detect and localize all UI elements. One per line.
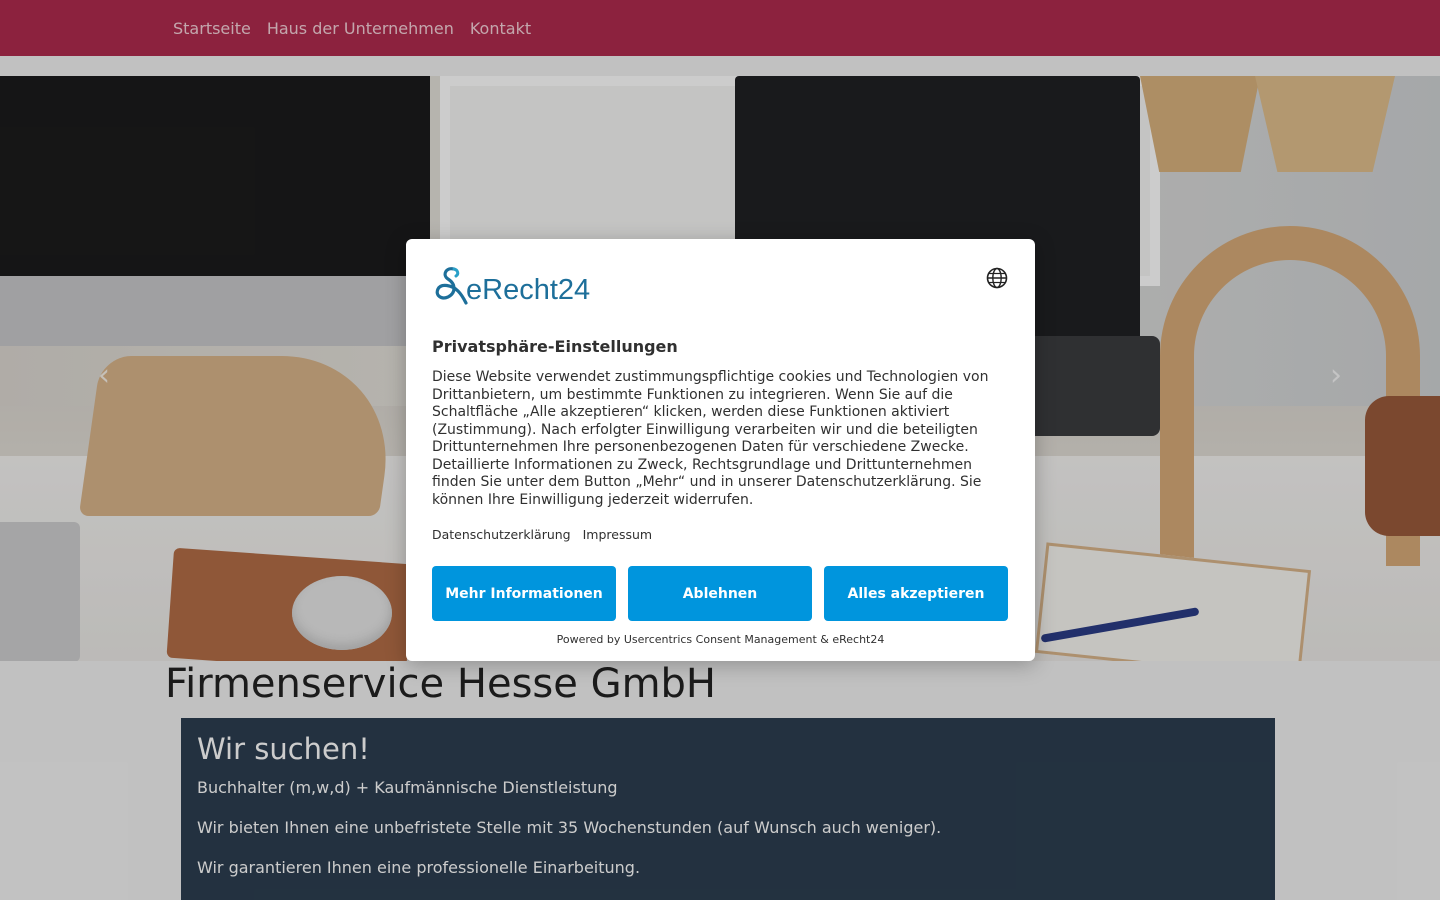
accept-all-button[interactable]: Alles akzeptieren: [824, 566, 1008, 621]
more-information-button[interactable]: Mehr Informationen: [432, 566, 616, 621]
privacy-policy-link[interactable]: Datenschutzerklärung: [432, 527, 571, 542]
erecht24-logo: eRecht24: [432, 265, 590, 305]
accept-all-label: Alles akzeptieren: [847, 585, 985, 602]
decline-label: Ablehnen: [682, 585, 758, 602]
erecht24-logo-mark: [435, 267, 468, 305]
powered-by-text: Powered by Usercentrics Consent Manageme…: [556, 633, 885, 646]
consent-body: Diese Website verwendet zustimmungspflic…: [432, 369, 989, 508]
consent-dialog: eRecht24 Privatsphäre-Einstellungen Dies…: [406, 239, 1035, 661]
more-information-label: Mehr Informationen: [445, 585, 603, 602]
imprint-link[interactable]: Impressum: [583, 527, 652, 542]
consent-links: Datenschutzerklärung Impressum: [432, 527, 652, 542]
decline-button[interactable]: Ablehnen: [628, 566, 812, 621]
consent-title: Privatsphäre-Einstellungen: [432, 337, 678, 356]
logo-text: eRecht24: [466, 274, 591, 306]
globe-icon[interactable]: [986, 267, 1008, 289]
